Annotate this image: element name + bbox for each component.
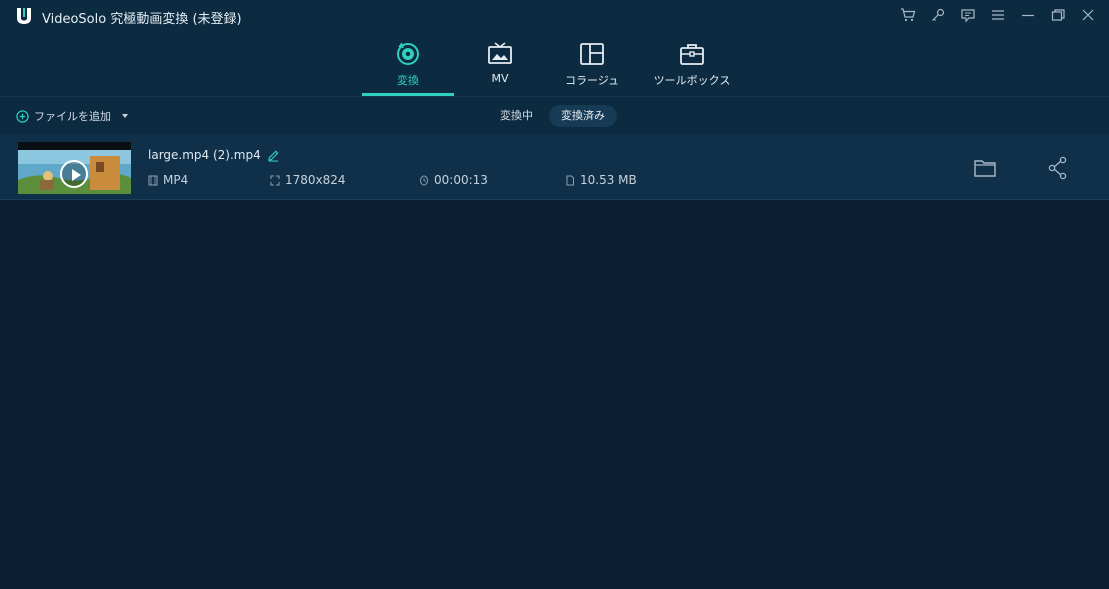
segment-converted[interactable]: 変換済み [549,105,617,127]
title-bar: VideoSolo 究極動画変換 (未登録) [0,0,1109,32]
tab-toolbox-label: ツールボックス [653,74,731,87]
tab-mv[interactable]: MV [454,32,546,96]
play-icon[interactable] [60,160,88,188]
resolution-icon [270,175,280,185]
toolbar: ファイルを追加 変換中 変換済み [0,97,1109,135]
file-format-text: MP4 [163,173,189,187]
tab-convert-label: 変換 [397,74,419,87]
menu-icon[interactable] [987,4,1009,26]
share-button[interactable] [1045,155,1071,181]
close-icon[interactable] [1077,4,1099,26]
edit-icon[interactable] [267,149,280,162]
plus-circle-icon [16,109,29,123]
add-file-label: ファイルを追加 [34,110,111,123]
convert-icon [394,41,422,67]
file-name-text: large.mp4 (2).mp4 [148,148,261,162]
dropdown-caret-icon[interactable] [122,114,128,118]
toolbox-icon [678,41,706,67]
tab-toolbox[interactable]: ツールボックス [646,32,738,96]
empty-list-area [0,200,1109,589]
collage-icon [578,41,606,67]
file-list-item[interactable]: large.mp4 (2).mp4 MP4 1780x824 00:00:13 … [0,135,1109,200]
film-icon [148,175,158,185]
file-name: large.mp4 (2).mp4 [148,148,280,162]
file-duration-text: 00:00:13 [434,173,488,187]
file-resolution-text: 1780x824 [285,173,346,187]
app-logo-icon [17,8,31,24]
open-folder-button[interactable] [972,155,998,181]
file-size-text: 10.53 MB [580,173,637,187]
status-segmented-control: 変換中 変換済み [488,105,617,127]
share-icon [1048,156,1067,180]
restore-icon[interactable] [1047,4,1069,26]
tab-convert[interactable]: 変換 [362,32,454,96]
add-file-button[interactable]: ファイルを追加 [16,108,128,124]
cart-icon[interactable] [897,4,919,26]
key-icon[interactable] [927,4,949,26]
clock-icon [420,175,428,185]
app-title: VideoSolo 究極動画変換 (未登録) [42,12,242,27]
video-thumbnail[interactable] [18,142,131,194]
mv-icon [486,41,514,67]
tab-collage[interactable]: コラージュ [546,32,638,96]
file-size: 10.53 MB [565,173,637,187]
main-nav: 変換 MV コラージュ ツールボックス [0,32,1109,97]
window-controls [897,4,1099,26]
file-resolution: 1780x824 [270,173,346,187]
tab-collage-label: コラージュ [564,74,619,87]
minimize-icon[interactable] [1017,4,1039,26]
file-format: MP4 [148,173,188,187]
file-size-icon [566,175,574,185]
file-duration: 00:00:13 [419,173,488,187]
folder-icon [974,160,996,177]
segment-converting[interactable]: 変換中 [488,105,545,127]
feedback-icon[interactable] [957,4,979,26]
tab-mv-label: MV [491,72,509,85]
